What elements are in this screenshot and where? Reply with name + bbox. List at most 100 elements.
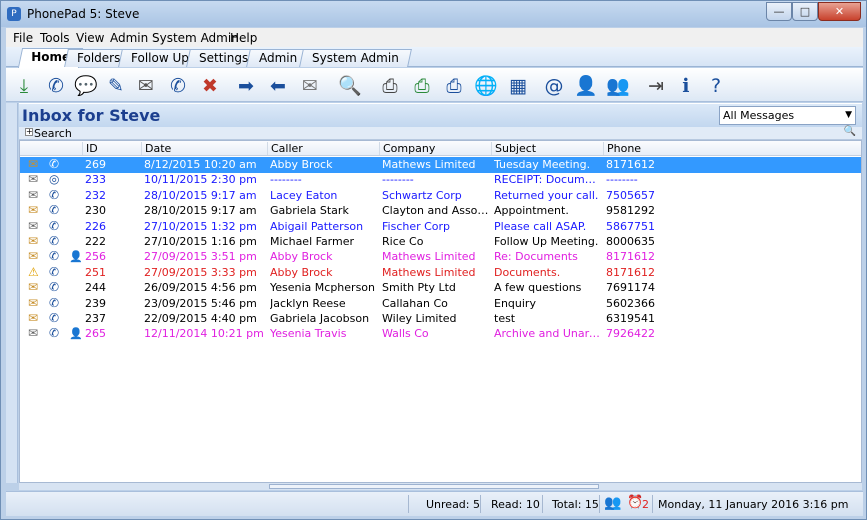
cell-subject: Documents. (494, 265, 561, 279)
cell-company: Fischer Corp (382, 219, 451, 233)
phone-icon: ✆ (49, 280, 60, 295)
cell-phone: 8171612 (606, 158, 655, 171)
cell-phone: 5602366 (606, 296, 655, 310)
delete-message-icon[interactable]: ✖ (198, 74, 222, 98)
table-row[interactable]: ✉ ✆ 237 22/09/2015 4:40 pm Gabriela Jacobson… (20, 311, 861, 327)
cell-id: 256 (85, 250, 106, 264)
note-icon[interactable]: ✎ (104, 74, 128, 98)
cell-company: Wiley Limited (382, 312, 457, 325)
search-icon[interactable]: 🔍 (844, 126, 856, 137)
cell-caller: Gabriela Stark (270, 204, 349, 218)
cell-caller: Abby Brock (270, 265, 333, 279)
logout-icon[interactable]: ⇥ (644, 74, 668, 98)
status-bar: Unread: 5 Read: 10 Total: 15 👥 ⏰ 2 Monda… (6, 491, 863, 516)
menu-admin[interactable]: Admin (110, 31, 148, 45)
cell-company: Smith Pty Ltd (382, 281, 456, 295)
reply-message-icon[interactable]: ⬅ (266, 74, 290, 98)
forward-message-icon[interactable]: ➡ (234, 74, 258, 98)
cell-id: 251 (85, 265, 106, 279)
receipt-icon: ◎ (49, 172, 60, 187)
table-row[interactable]: ✉ ◎ 233 10/11/2015 2:30 pm -------- -------- R… (20, 172, 861, 188)
expand-search-toggle[interactable]: + (25, 128, 33, 136)
cell-date: 28/10/2015 9:17 am (144, 204, 257, 218)
search-label[interactable]: Search (34, 127, 72, 140)
ribbon-tabs: Home Folders Follow Up Settings Admin Sy… (6, 47, 863, 68)
download-icon[interactable]: ⤓ (12, 74, 36, 98)
cell-date: 27/09/2015 3:51 pm (144, 250, 257, 264)
table-row[interactable]: ✉ ✆ 239 23/09/2015 5:46 pm Jacklyn Reese Call… (20, 296, 861, 312)
column-header-caller[interactable]: Caller (267, 142, 379, 155)
cell-subject: Follow Up Meeting. (494, 235, 599, 248)
info-icon[interactable]: ℹ (674, 74, 698, 98)
scrollbar-thumb[interactable] (269, 484, 599, 489)
menu-bar: File Tools View Admin System Admin Help (6, 28, 863, 47)
open-envelope-icon: ✉ (28, 249, 39, 264)
table-row[interactable]: ✉ ✆ 👤 256 27/09/2015 3:51 pm Abby Brock Mathew… (20, 249, 861, 265)
menu-system-admin[interactable]: System Admin (152, 31, 239, 45)
minimize-button[interactable]: — (766, 2, 792, 21)
cell-company: Mathews Limited (382, 250, 476, 264)
cell-date: 10/11/2015 2:30 pm (144, 173, 257, 187)
user-message-icon[interactable]: 👥 (606, 74, 630, 98)
cell-company: Rice Co (382, 235, 424, 248)
table-row[interactable]: ⚠ ✆ 251 27/09/2015 3:33 pm Abby Brock Mathews… (20, 265, 861, 281)
cell-date: 12/11/2014 10:21 pm (144, 327, 264, 341)
user-help-icon[interactable]: 👤 (574, 74, 598, 98)
archive-message-icon[interactable]: ✉ (298, 74, 322, 98)
menu-file[interactable]: File (13, 31, 33, 45)
status-datetime: Monday, 11 January 2016 3:16 pm (658, 498, 849, 511)
alarm-clock-icon[interactable]: ⏰ (627, 495, 643, 510)
cell-date: 26/09/2015 4:56 pm (144, 281, 257, 295)
menu-view[interactable]: View (76, 31, 104, 45)
menu-tools[interactable]: Tools (40, 31, 70, 45)
title-bar[interactable]: P PhonePad 5: Steve — □ ✕ (1, 1, 866, 27)
column-header-company[interactable]: Company (379, 142, 491, 155)
tab-settings-label: Settings (199, 51, 249, 65)
table-row[interactable]: ✉ ✆ 230 28/10/2015 9:17 am Gabriela Stark Cla… (20, 203, 861, 219)
alarm-count: 2 (642, 498, 649, 511)
cell-caller: Gabriela Jacobson (270, 312, 370, 325)
search-panel: + Search 🔍 (19, 126, 862, 140)
horizontal-scrollbar[interactable] (19, 483, 862, 490)
cell-company: Clayton and Associates (382, 204, 490, 218)
menu-help[interactable]: Help (230, 31, 257, 45)
tab-system-admin[interactable]: System Admin (299, 49, 412, 67)
column-header-subject[interactable]: Subject (491, 142, 603, 155)
search-icon[interactable]: 🔍 (338, 74, 362, 98)
left-panel-splitter[interactable] (6, 103, 18, 483)
warning-icon: ⚠ (28, 264, 39, 279)
help-icon[interactable]: ? (704, 74, 728, 98)
table-row[interactable]: ✉ ✆ 232 28/10/2015 9:17 am Lacey Eaton Schwar… (20, 188, 861, 204)
print-check-icon[interactable]: ⎙ (410, 74, 434, 98)
email-settings-icon[interactable]: @ (542, 74, 566, 98)
table-row[interactable]: ✉ ✆ 226 27/10/2015 1:32 pm Abigail Patterson… (20, 219, 861, 235)
web-message-icon[interactable]: 🌐 (474, 74, 498, 98)
chevron-down-icon: ▼ (845, 110, 852, 120)
table-row[interactable]: ✉ ✆ 244 26/09/2015 4:56 pm Yesenia Mcpherson… (20, 280, 861, 296)
close-button[interactable]: ✕ (818, 2, 861, 21)
cell-subject: A few questions (494, 281, 582, 295)
open-envelope-icon: ✉ (28, 280, 39, 295)
phone-icon[interactable]: ✆ (44, 74, 68, 98)
calculator-icon[interactable]: ▦ (506, 74, 530, 98)
mail-icon[interactable]: ✉ (134, 74, 158, 98)
maximize-button[interactable]: □ (792, 2, 818, 21)
cell-caller: Michael Farmer (270, 235, 355, 248)
open-envelope-icon: ✉ (28, 157, 39, 171)
print-down-icon[interactable]: ⎙ (442, 74, 466, 98)
cell-id: 244 (85, 281, 106, 295)
column-header-date[interactable]: Date (141, 142, 267, 155)
user-status-icon[interactable]: 👥 (604, 495, 621, 511)
phone-icon: ✆ (49, 295, 60, 310)
phone-forward-icon[interactable]: ✆ (166, 74, 190, 98)
chat-icon[interactable]: 💬 (74, 74, 98, 98)
table-row[interactable]: ✉ ✆ 👤 265 12/11/2014 10:21 pm Yesenia Travis W… (20, 326, 861, 342)
column-header-id[interactable]: ID (82, 142, 137, 155)
column-header-phone[interactable]: Phone (603, 142, 861, 155)
message-filter-select[interactable]: All Messages ▼ (719, 106, 856, 125)
cell-phone: -------- (606, 173, 638, 187)
print-icon[interactable]: ⎙ (378, 74, 402, 98)
table-row[interactable]: ✉ ✆ 222 27/10/2015 1:16 pm Michael Farmer Ric… (20, 234, 861, 250)
table-row[interactable]: ✉ ✆ 269 8/12/2015 10:20 am Abby Brock Mathews… (20, 157, 861, 173)
cell-company: Walls Co (382, 327, 429, 341)
